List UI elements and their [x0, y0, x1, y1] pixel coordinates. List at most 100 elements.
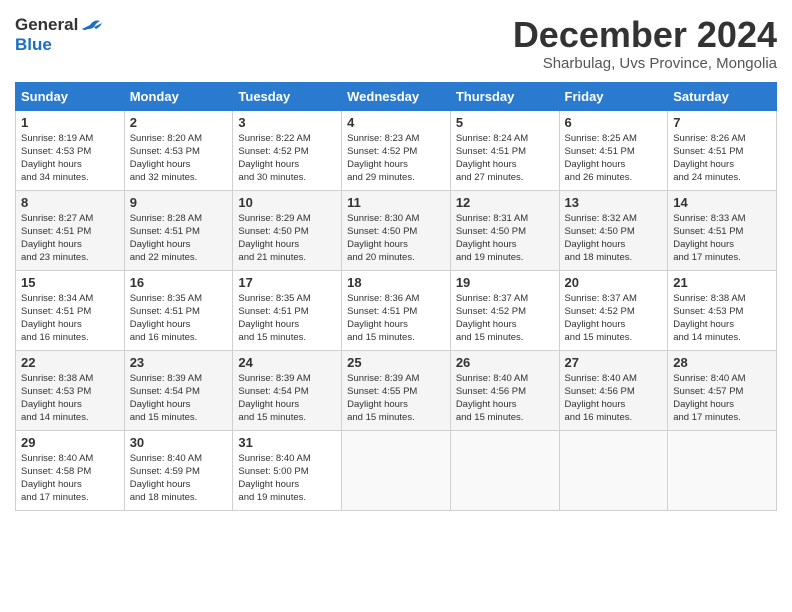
day-info: Sunrise: 8:29 AMSunset: 4:50 PMDaylight … — [238, 212, 336, 265]
calendar-cell: 7 Sunrise: 8:26 AMSunset: 4:51 PMDaylight… — [668, 110, 777, 190]
day-number: 15 — [21, 275, 119, 290]
day-info: Sunrise: 8:32 AMSunset: 4:50 PMDaylight … — [565, 212, 663, 265]
calendar-cell: 8Sunrise: 8:27 AMSunset: 4:51 PMDaylight… — [16, 190, 125, 270]
calendar-cell: 28 Sunrise: 8:40 AMSunset: 4:57 PMDayligh… — [668, 350, 777, 430]
calendar-cell — [668, 430, 777, 510]
day-info: Sunrise: 8:27 AMSunset: 4:51 PMDaylight … — [21, 212, 119, 265]
day-info: Sunrise: 8:40 AMSunset: 4:59 PMDaylight … — [130, 452, 228, 505]
day-info: Sunrise: 8:24 AMSunset: 4:51 PMDaylight … — [456, 132, 554, 185]
calendar-cell — [450, 430, 559, 510]
day-number: 1 — [21, 115, 119, 130]
day-header-wednesday: Wednesday — [342, 82, 451, 110]
day-number: 13 — [565, 195, 663, 210]
calendar-cell: 18 Sunrise: 8:36 AMSunset: 4:51 PMDayligh… — [342, 270, 451, 350]
day-info: Sunrise: 8:28 AMSunset: 4:51 PMDaylight … — [130, 212, 228, 265]
day-info: Sunrise: 8:20 AMSunset: 4:53 PMDaylight … — [130, 132, 228, 185]
day-info: Sunrise: 8:22 AMSunset: 4:52 PMDaylight … — [238, 132, 336, 185]
day-info: Sunrise: 8:23 AMSunset: 4:52 PMDaylight … — [347, 132, 445, 185]
calendar-header-row: SundayMondayTuesdayWednesdayThursdayFrid… — [16, 82, 777, 110]
day-header-thursday: Thursday — [450, 82, 559, 110]
day-info: Sunrise: 8:37 AMSunset: 4:52 PMDaylight … — [456, 292, 554, 345]
calendar-cell: 2 Sunrise: 8:20 AMSunset: 4:53 PMDaylight… — [124, 110, 233, 190]
calendar-cell — [342, 430, 451, 510]
title-area: December 2024 Sharbulag, Uvs Province, M… — [513, 15, 777, 72]
week-row-3: 15Sunrise: 8:34 AMSunset: 4:51 PMDayligh… — [16, 270, 777, 350]
month-title: December 2024 — [513, 15, 777, 55]
week-row-4: 22Sunrise: 8:38 AMSunset: 4:53 PMDayligh… — [16, 350, 777, 430]
calendar-cell: 12Sunrise: 8:31 AMSunset: 4:50 PMDayligh… — [450, 190, 559, 270]
day-number: 5 — [456, 115, 554, 130]
day-number: 7 — [673, 115, 771, 130]
calendar-cell: 26Sunrise: 8:40 AMSunset: 4:56 PMDayligh… — [450, 350, 559, 430]
day-number: 28 — [673, 355, 771, 370]
calendar-cell: 20 Sunrise: 8:37 AMSunset: 4:52 PMDayligh… — [559, 270, 668, 350]
calendar-cell: 30 Sunrise: 8:40 AMSunset: 4:59 PMDayligh… — [124, 430, 233, 510]
day-number: 19 — [456, 275, 554, 290]
day-number: 25 — [347, 355, 445, 370]
calendar-cell: 21 Sunrise: 8:38 AMSunset: 4:53 PMDayligh… — [668, 270, 777, 350]
day-number: 24 — [238, 355, 336, 370]
day-number: 18 — [347, 275, 445, 290]
calendar-cell: 17Sunrise: 8:35 AMSunset: 4:51 PMDayligh… — [233, 270, 342, 350]
day-number: 30 — [130, 435, 228, 450]
calendar-cell: 25 Sunrise: 8:39 AMSunset: 4:55 PMDayligh… — [342, 350, 451, 430]
calendar-cell: 15Sunrise: 8:34 AMSunset: 4:51 PMDayligh… — [16, 270, 125, 350]
day-number: 17 — [238, 275, 336, 290]
day-number: 9 — [130, 195, 228, 210]
day-number: 2 — [130, 115, 228, 130]
day-info: Sunrise: 8:39 AMSunset: 4:54 PMDaylight … — [238, 372, 336, 425]
day-header-friday: Friday — [559, 82, 668, 110]
day-number: 21 — [673, 275, 771, 290]
day-info: Sunrise: 8:36 AMSunset: 4:51 PMDaylight … — [347, 292, 445, 345]
calendar-cell: 31Sunrise: 8:40 AMSunset: 5:00 PMDayligh… — [233, 430, 342, 510]
day-number: 16 — [130, 275, 228, 290]
day-info: Sunrise: 8:26 AMSunset: 4:51 PMDaylight … — [673, 132, 771, 185]
day-number: 20 — [565, 275, 663, 290]
location-title: Sharbulag, Uvs Province, Mongolia — [513, 55, 777, 72]
day-info: Sunrise: 8:40 AMSunset: 4:58 PMDaylight … — [21, 452, 119, 505]
day-number: 11 — [347, 195, 445, 210]
calendar-cell: 3 Sunrise: 8:22 AMSunset: 4:52 PMDaylight… — [233, 110, 342, 190]
calendar-cell: 23 Sunrise: 8:39 AMSunset: 4:54 PMDayligh… — [124, 350, 233, 430]
calendar-cell: 5 Sunrise: 8:24 AMSunset: 4:51 PMDaylight… — [450, 110, 559, 190]
day-header-monday: Monday — [124, 82, 233, 110]
calendar-cell: 10 Sunrise: 8:29 AMSunset: 4:50 PMDayligh… — [233, 190, 342, 270]
day-info: Sunrise: 8:30 AMSunset: 4:50 PMDaylight … — [347, 212, 445, 265]
calendar-cell: 19 Sunrise: 8:37 AMSunset: 4:52 PMDayligh… — [450, 270, 559, 350]
day-number: 14 — [673, 195, 771, 210]
logo-blue-text: Blue — [15, 35, 102, 55]
day-number: 4 — [347, 115, 445, 130]
week-row-2: 8Sunrise: 8:27 AMSunset: 4:51 PMDaylight… — [16, 190, 777, 270]
logo: General Blue — [15, 15, 102, 55]
week-row-1: 1Sunrise: 8:19 AMSunset: 4:53 PMDaylight… — [16, 110, 777, 190]
logo-general-text: General — [15, 15, 78, 35]
day-info: Sunrise: 8:40 AMSunset: 4:56 PMDaylight … — [456, 372, 554, 425]
day-number: 22 — [21, 355, 119, 370]
day-info: Sunrise: 8:38 AMSunset: 4:53 PMDaylight … — [673, 292, 771, 345]
day-info: Sunrise: 8:40 AMSunset: 4:56 PMDaylight … — [565, 372, 663, 425]
day-number: 3 — [238, 115, 336, 130]
day-number: 10 — [238, 195, 336, 210]
day-number: 29 — [21, 435, 119, 450]
day-header-tuesday: Tuesday — [233, 82, 342, 110]
day-number: 6 — [565, 115, 663, 130]
calendar-cell: 22Sunrise: 8:38 AMSunset: 4:53 PMDayligh… — [16, 350, 125, 430]
day-number: 12 — [456, 195, 554, 210]
calendar-cell: 4 Sunrise: 8:23 AMSunset: 4:52 PMDaylight… — [342, 110, 451, 190]
calendar-cell: 13 Sunrise: 8:32 AMSunset: 4:50 PMDayligh… — [559, 190, 668, 270]
calendar-table: SundayMondayTuesdayWednesdayThursdayFrid… — [15, 82, 777, 511]
day-info: Sunrise: 8:37 AMSunset: 4:52 PMDaylight … — [565, 292, 663, 345]
day-header-saturday: Saturday — [668, 82, 777, 110]
day-info: Sunrise: 8:35 AMSunset: 4:51 PMDaylight … — [130, 292, 228, 345]
calendar-cell: 6 Sunrise: 8:25 AMSunset: 4:51 PMDaylight… — [559, 110, 668, 190]
day-info: Sunrise: 8:39 AMSunset: 4:55 PMDaylight … — [347, 372, 445, 425]
calendar-cell: 16 Sunrise: 8:35 AMSunset: 4:51 PMDayligh… — [124, 270, 233, 350]
day-info: Sunrise: 8:39 AMSunset: 4:54 PMDaylight … — [130, 372, 228, 425]
day-info: Sunrise: 8:25 AMSunset: 4:51 PMDaylight … — [565, 132, 663, 185]
week-row-5: 29 Sunrise: 8:40 AMSunset: 4:58 PMDayligh… — [16, 430, 777, 510]
day-number: 23 — [130, 355, 228, 370]
day-info: Sunrise: 8:40 AMSunset: 4:57 PMDaylight … — [673, 372, 771, 425]
day-header-sunday: Sunday — [16, 82, 125, 110]
calendar-cell: 14Sunrise: 8:33 AMSunset: 4:51 PMDayligh… — [668, 190, 777, 270]
calendar-cell — [559, 430, 668, 510]
